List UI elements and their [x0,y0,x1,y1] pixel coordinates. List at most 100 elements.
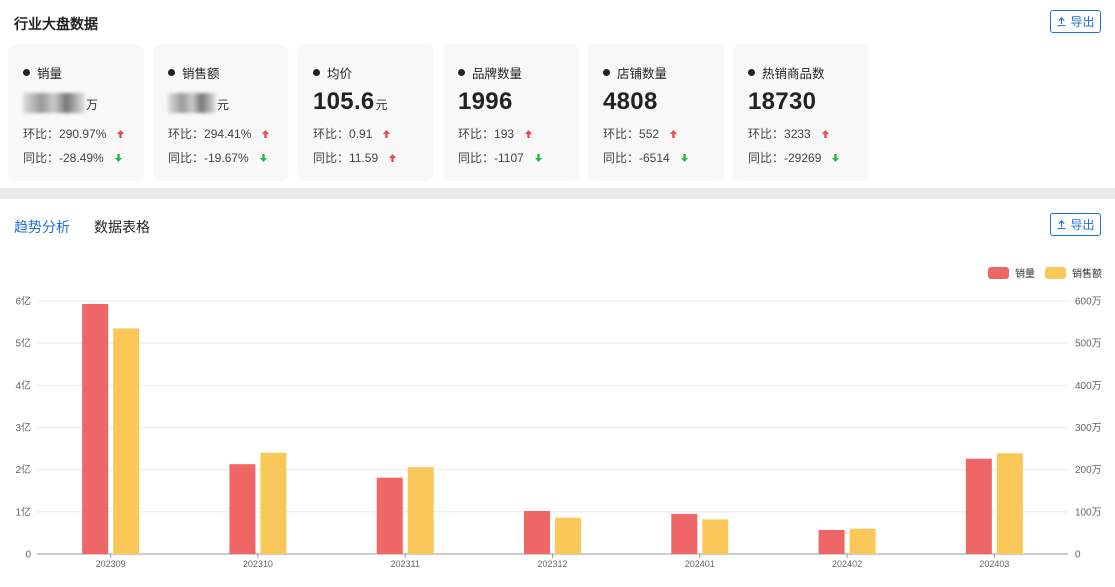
x-tick-label: 202402 [832,559,862,569]
metric-card: 销量万环比： 290.97% 同比： -28.49% [8,44,144,181]
bar-sales [82,303,109,554]
mom-line: 环比： 3233 [748,125,830,142]
y-left-tick-label: 3亿 [15,421,31,434]
bar-revenue [407,467,434,554]
redacted-value [23,92,85,113]
yoy-value: -1107 [494,150,524,165]
metric-value-text: 18730 [748,88,817,115]
y-left-tick-label: 6亿 [15,295,31,308]
export-label: 导出 [1070,15,1095,29]
yoy-line: 同比： 11.59 [313,149,397,166]
yoy-label: 同比： [748,151,785,165]
y-right-tick-label: 200万 [1075,465,1102,476]
mom-line: 环比： 0.91 [313,125,391,142]
yoy-label: 同比： [458,151,495,165]
trend-bar-chart: 0 0 1亿 100万 2亿 200万 3亿 300万 4亿 400万 5亿 500万 6亿 600万 20… [15,295,1102,570]
metric-value-text: 1996 [458,88,513,115]
metric-title: 店铺数量 [603,63,667,82]
metric-title: 品牌数量 [458,63,522,82]
metric-unit: 万 [86,98,99,112]
y-left-tick-label: 1亿 [15,505,31,518]
metric-title-label: 品牌数量 [472,67,523,81]
x-tick-label: 202312 [537,559,567,569]
arrow-down-icon [114,153,122,162]
mom-label: 环比： [23,127,60,141]
bar-revenue [113,328,140,554]
metric-title-label: 销量 [37,67,63,81]
metric-card: 均价 105.6元 环比： 0.91 同比： 11.59 [298,44,434,181]
y-left-tick-label: 2亿 [15,463,31,476]
bar-revenue [849,528,876,554]
yoy-label: 同比： [313,151,350,165]
bullet-icon [458,69,465,76]
bullet-icon [748,69,755,76]
yoy-value: -19.67% [204,150,249,165]
bar-sales [229,464,256,554]
mom-value: 193 [494,126,515,141]
metric-value: 18730 [748,88,817,116]
arrow-down-icon [259,153,267,162]
metric-value: 1996 [458,88,514,116]
upload-icon [1057,17,1067,27]
yoy-line: 同比： -6514 [603,149,689,166]
industry-overview-panel: 行业大盘数据 导出 销量万环比： 290.97% 同比： -28.49% 销售额元环比：… [0,0,1115,188]
bullet-icon [313,69,320,76]
y-right-tick-label: 600万 [1075,297,1102,308]
y-left-tick-label: 4亿 [15,379,31,392]
metric-value-text: 4808 [603,88,658,115]
mom-label: 环比： [168,127,205,141]
arrow-up-icon [383,129,391,138]
overview-export-button[interactable]: 导出 [1050,10,1101,33]
bar-revenue [996,453,1023,554]
arrow-up-icon [525,129,533,138]
yoy-label: 同比： [23,151,60,165]
arrow-up-icon [821,129,829,138]
x-tick-label: 202403 [979,559,1009,569]
bar-sales [965,458,992,554]
yoy-value: -29269 [784,150,822,165]
metric-title: 销售额 [168,63,220,82]
mom-label: 环比： [313,127,350,141]
bar-sales [671,513,698,554]
y-right-tick-label: 500万 [1075,339,1102,350]
mom-value: 290.97% [59,126,107,141]
mom-value: 3233 [784,126,811,141]
y-right-tick-label: 100万 [1075,507,1102,518]
y-right-tick-label: 300万 [1075,423,1102,434]
redacted-value [168,92,216,113]
yoy-line: 同比： -19.67% [168,149,268,166]
bar-sales [818,529,845,554]
mom-line: 环比： 290.97% [23,125,125,142]
bar-sales [376,477,403,554]
metric-value: 万 [23,88,98,116]
metric-title-label: 热销商品数 [762,67,825,81]
metric-card: 品牌数量 1996 环比： 193 同比： -1107 [443,44,579,181]
mom-label: 环比： [603,127,640,141]
mom-line: 环比： 294.41% [168,125,270,142]
x-tick-label: 202401 [685,559,715,569]
metric-unit: 元 [375,98,388,112]
arrow-down-icon [832,153,840,162]
mom-value: 552 [639,126,660,141]
yoy-label: 同比： [168,151,205,165]
y-right-tick-label: 0 [1075,550,1081,561]
bar-revenue [260,452,287,554]
yoy-line: 同比： -28.49% [23,149,123,166]
yoy-value: -6514 [639,150,670,165]
bar-revenue [702,519,729,554]
x-tick-label: 202309 [96,559,126,569]
metric-title: 热销商品数 [748,63,825,82]
mom-value: 294.41% [204,126,252,141]
arrow-down-icon [680,153,688,162]
mom-line: 环比： 552 [603,125,678,142]
bullet-icon [168,69,175,76]
metric-title-label: 店铺数量 [617,67,668,81]
yoy-line: 同比： -29269 [748,149,840,166]
x-tick-label: 202310 [243,559,273,569]
metric-card: 店铺数量 4808 环比： 552 同比： -6514 [588,44,724,181]
metric-value: 元 [168,88,229,116]
metric-title: 均价 [313,63,352,82]
bar-sales [524,510,550,554]
yoy-value: -28.49% [59,150,104,165]
arrow-up-icon [389,153,397,162]
